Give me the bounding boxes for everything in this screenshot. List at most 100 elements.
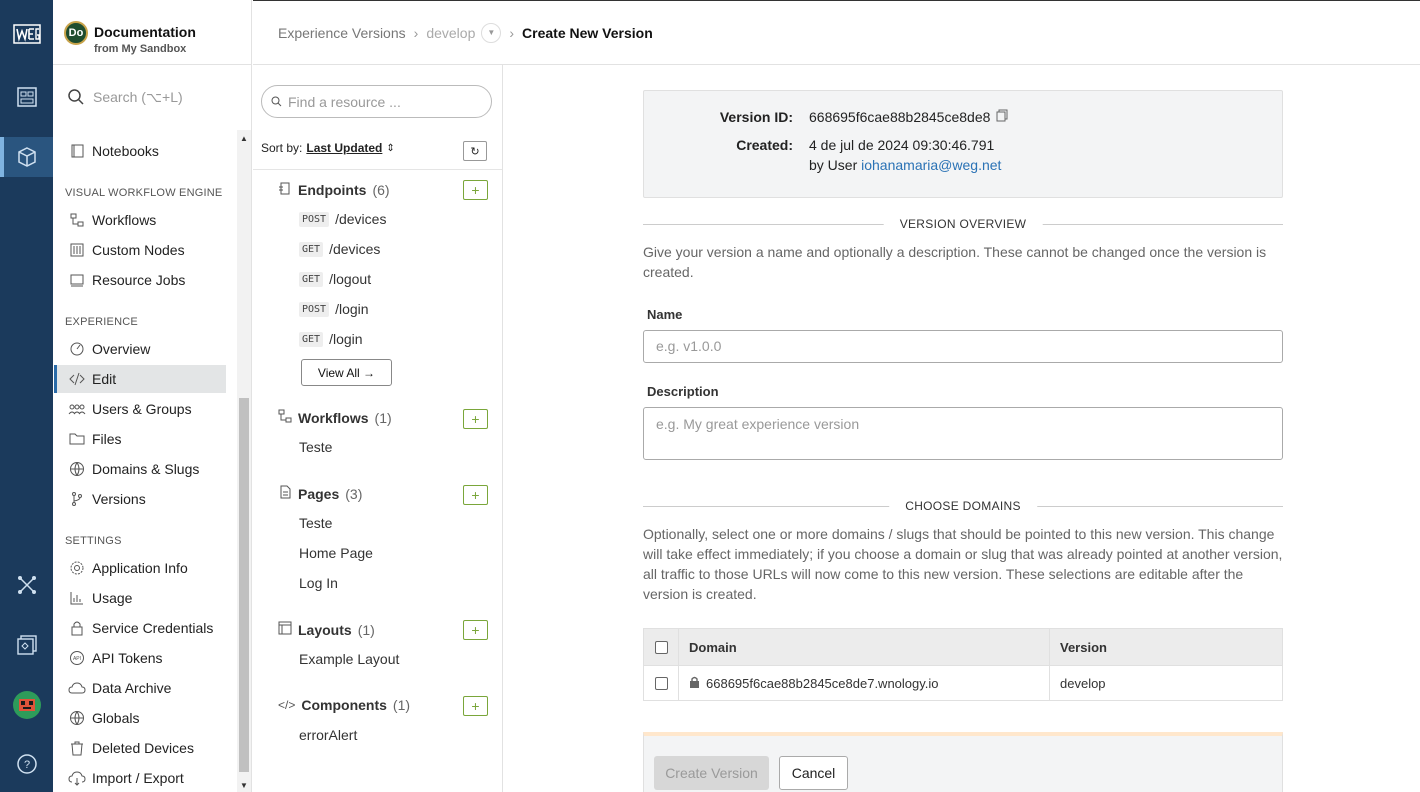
nav-item-application-info[interactable]: Application Info xyxy=(54,554,226,582)
breadcrumb-root[interactable]: Experience Versions xyxy=(278,25,406,41)
nav-item-custom-nodes[interactable]: Custom Nodes xyxy=(54,236,226,264)
name-label: Name xyxy=(647,307,683,322)
group-count: (1) xyxy=(374,409,392,426)
layout-item[interactable]: Example Layout xyxy=(299,651,399,667)
network-icon[interactable] xyxy=(0,565,53,605)
endpoint-path: /devices xyxy=(335,211,387,227)
server-icon xyxy=(67,271,86,290)
globe-icon xyxy=(67,709,86,728)
select-all-checkbox[interactable] xyxy=(654,640,668,654)
choose-domains-heading: CHOOSE DOMAINS xyxy=(643,499,1283,513)
add-workflow-button[interactable]: + xyxy=(463,409,488,429)
help-icon[interactable]: ? xyxy=(0,744,53,784)
group-layouts[interactable]: Layouts (1) xyxy=(278,621,375,638)
nav-item-domains-slugs[interactable]: Domains & Slugs xyxy=(54,455,226,483)
row-checkbox[interactable] xyxy=(654,676,668,690)
nav-item-service-credentials[interactable]: Service Credentials xyxy=(54,614,226,642)
nav-item-label: Domains & Slugs xyxy=(92,461,200,477)
nav-item-overview[interactable]: Overview xyxy=(54,335,226,363)
version-overview-text: Give your version a name and optionally … xyxy=(643,244,1267,280)
branch-selector[interactable]: develop ▼ xyxy=(426,22,502,43)
create-version-button[interactable]: Create Version xyxy=(654,756,769,790)
nav-item-data-archive[interactable]: Data Archive xyxy=(54,674,226,702)
app-search[interactable]: Search (⌥+L) xyxy=(67,86,183,108)
view-all-endpoints-button[interactable]: View All → xyxy=(301,359,392,386)
nav-item-label: Data Archive xyxy=(92,680,172,696)
nav-item-usage[interactable]: Usage xyxy=(54,584,226,612)
cancel-button[interactable]: Cancel xyxy=(779,756,848,790)
sort-label: Sort by: xyxy=(261,141,303,155)
scroll-down-arrow-icon[interactable]: ▼ xyxy=(240,781,248,790)
nav-item-files[interactable]: Files xyxy=(54,425,226,453)
endpoint-item[interactable]: GET/logout xyxy=(299,271,371,287)
nav-item-label: Resource Jobs xyxy=(92,272,186,288)
nav-item-api-tokens[interactable]: API API Tokens xyxy=(54,644,226,672)
group-components[interactable]: </> Components (1) xyxy=(278,697,410,713)
create-version-form: Version ID: 668695f6cae88b2845ce8de8 Cre… xyxy=(503,65,1420,792)
nav-item-users-groups[interactable]: Users & Groups xyxy=(54,395,226,423)
copy-icon[interactable] xyxy=(996,109,1008,125)
add-endpoint-button[interactable]: + xyxy=(463,180,488,200)
endpoint-item[interactable]: POST/devices xyxy=(299,211,386,227)
find-resource-input[interactable]: Find a resource ... xyxy=(261,85,492,118)
nav-item-versions[interactable]: Versions xyxy=(54,485,226,513)
group-title: Components xyxy=(301,697,387,713)
app-title[interactable]: Documentation xyxy=(94,24,196,40)
workflow-icon xyxy=(67,211,86,230)
header-domain[interactable]: Domain xyxy=(679,629,1050,665)
nav-item-deleted-devices[interactable]: Deleted Devices xyxy=(54,734,226,762)
name-input[interactable]: e.g. v1.0.0 xyxy=(643,330,1283,363)
nav-item-label: Notebooks xyxy=(92,143,159,159)
nav-item-resource-jobs[interactable]: Resource Jobs xyxy=(54,266,226,294)
nav-item-globals[interactable]: Globals xyxy=(54,704,226,732)
add-layout-button[interactable]: + xyxy=(463,620,488,640)
add-component-button[interactable]: + xyxy=(463,696,488,716)
sliders-icon xyxy=(67,241,86,260)
nav-item-notebooks[interactable]: Notebooks xyxy=(54,137,226,165)
lock-icon xyxy=(689,676,700,691)
table-row[interactable]: 668695f6cae88b2845ce8de7.wnology.io deve… xyxy=(644,665,1282,700)
group-title: Workflows xyxy=(298,409,369,426)
sort-value[interactable]: Last Updated xyxy=(306,141,382,155)
nav-scrollbar[interactable]: ▲ ▼ xyxy=(237,130,251,792)
endpoint-item[interactable]: GET/login xyxy=(299,331,363,347)
nav-item-label: Usage xyxy=(92,590,133,606)
section-heading-text: VERSION OVERVIEW xyxy=(883,217,1043,231)
nav-item-import-export[interactable]: Import / Export xyxy=(54,764,226,792)
chevron-down-icon[interactable]: ▼ xyxy=(481,22,502,43)
nav-item-edit[interactable]: Edit xyxy=(54,365,226,393)
created-by-row: by User iohanamaria@weg.net xyxy=(809,157,1001,173)
group-pages[interactable]: Pages (3) xyxy=(278,485,362,502)
page-item[interactable]: Log In xyxy=(299,575,338,591)
app-avatar[interactable]: Do xyxy=(64,21,88,45)
add-page-button[interactable]: + xyxy=(463,485,488,505)
header-version[interactable]: Version xyxy=(1050,640,1107,655)
scroll-up-arrow-icon[interactable]: ▲ xyxy=(240,134,248,143)
created-by-email-link[interactable]: iohanamaria@weg.net xyxy=(861,157,1001,173)
nav-item-workflows[interactable]: Workflows xyxy=(54,206,226,234)
endpoint-item[interactable]: POST/login xyxy=(299,301,369,317)
dashboard-icon[interactable] xyxy=(0,77,53,117)
sort-toggle-icon[interactable]: ⇕ xyxy=(386,143,394,154)
scroll-thumb[interactable] xyxy=(239,398,249,772)
globe-www-icon xyxy=(67,460,86,479)
find-resource-placeholder: Find a resource ... xyxy=(288,93,401,110)
page-item[interactable]: Home Page xyxy=(299,545,373,561)
group-workflows[interactable]: Workflows (1) xyxy=(278,409,392,426)
user-avatar[interactable] xyxy=(0,685,53,725)
cloud-transfer-icon xyxy=(67,769,86,788)
endpoint-item[interactable]: GET/devices xyxy=(299,241,380,257)
description-textarea[interactable]: e.g. My great experience version xyxy=(643,407,1283,460)
group-endpoints[interactable]: Endpoints (6) xyxy=(278,181,390,198)
created-date: 4 de jul de 2024 09:30:46.791 xyxy=(809,137,995,153)
weg-logo[interactable] xyxy=(0,14,53,54)
workflow-item[interactable]: Teste xyxy=(299,439,332,455)
method-badge: GET xyxy=(299,271,324,287)
page-item[interactable]: Teste xyxy=(299,515,332,531)
cube-icon[interactable] xyxy=(0,137,53,177)
devices-icon[interactable] xyxy=(0,625,53,665)
trash-icon xyxy=(67,739,86,758)
refresh-button[interactable]: ↻ xyxy=(463,141,487,161)
component-item[interactable]: errorAlert xyxy=(299,727,357,743)
created-by-prefix: by User xyxy=(809,157,858,173)
